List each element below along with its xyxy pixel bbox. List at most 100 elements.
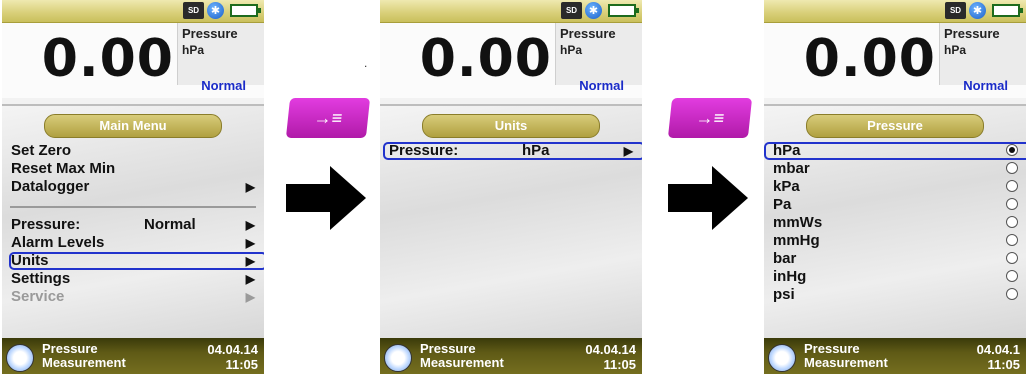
radio-icon[interactable] xyxy=(1006,234,1018,246)
menu-item-label: Datalogger xyxy=(11,178,90,195)
menu-panel: Pressure hPa mbar kPa Pa mmWs mmHg bar i… xyxy=(764,104,1026,340)
bluetooth-icon: ✱ xyxy=(585,2,602,19)
gauge-icon xyxy=(768,344,796,372)
radio-icon[interactable] xyxy=(1006,216,1018,228)
menu-item-label: Settings xyxy=(11,270,71,287)
mode-label: Normal xyxy=(201,78,246,93)
unit-option-label: mmHg xyxy=(773,232,820,249)
enter-key-icon[interactable]: →≡ xyxy=(285,98,371,138)
radio-icon[interactable] xyxy=(1006,270,1018,282)
reading-value: 0.00 xyxy=(419,29,552,89)
radio-selected-icon[interactable] xyxy=(1006,144,1018,156)
submenu-arrow-icon: ▶ xyxy=(245,254,255,268)
menu-item-label: Service xyxy=(11,288,65,305)
right-arrow-icon xyxy=(286,166,366,230)
unit-option-kpa[interactable]: kPa xyxy=(773,178,1018,196)
program-name: Pressure Measurement xyxy=(42,341,126,370)
unit-option-label: inHg xyxy=(773,268,807,285)
menu-title: Units xyxy=(422,114,600,138)
submenu-arrow-icon: ▶ xyxy=(623,144,633,158)
bluetooth-icon: ✱ xyxy=(969,2,986,19)
status-bar: SD ✱ xyxy=(2,0,264,23)
battery-icon xyxy=(992,4,1023,17)
menu-title: Pressure xyxy=(806,114,984,138)
bottom-bar: Pressure Measurement 04.04.14 11:05 xyxy=(2,338,264,374)
menu-item-label: Units xyxy=(11,252,49,269)
reading-unit: hPa xyxy=(560,43,583,57)
menu-item-settings[interactable]: Settings ▶ xyxy=(11,270,255,288)
unit-option-mbar[interactable]: mbar xyxy=(773,160,1018,178)
unit-option-mmws[interactable]: mmWs xyxy=(773,214,1018,232)
menu-item-label: Pressure: xyxy=(389,142,459,159)
submenu-arrow-icon: ▶ xyxy=(245,218,255,232)
submenu-arrow-icon: ▶ xyxy=(245,180,255,194)
reading-label: Pressure xyxy=(944,26,1000,41)
unit-option-label: mbar xyxy=(773,160,810,177)
radio-icon[interactable] xyxy=(1006,162,1018,174)
unit-option-mmhg[interactable]: mmHg xyxy=(773,232,1018,250)
menu-item-pressure-mode[interactable]: Pressure: Normal ▶ xyxy=(11,216,255,234)
enter-key-icon[interactable]: →≡ xyxy=(667,98,753,138)
reading-unit: hPa xyxy=(182,43,205,57)
menu-item-alarm-levels[interactable]: Alarm Levels ▶ xyxy=(11,234,255,252)
unit-option-hpa[interactable]: hPa xyxy=(773,142,1018,160)
radio-icon[interactable] xyxy=(1006,288,1018,300)
menu-item-value: hPa xyxy=(522,142,550,159)
sd-card-icon: SD xyxy=(945,2,966,19)
right-arrow-icon xyxy=(668,166,748,230)
menu-panel: Units Pressure: hPa ▶ xyxy=(380,104,642,340)
unit-box: Pressure hPa xyxy=(939,23,1026,85)
gauge-icon xyxy=(6,344,34,372)
gauge-icon xyxy=(384,344,412,372)
sd-card-icon: SD xyxy=(183,2,204,19)
menu-item-service: Service ▶ xyxy=(11,288,255,306)
menu-item-datalogger[interactable]: Datalogger ▶ xyxy=(11,178,255,196)
menu-item-set-zero[interactable]: Set Zero xyxy=(11,142,255,160)
unit-option-inhg[interactable]: inHg xyxy=(773,268,1018,286)
unit-option-psi[interactable]: psi xyxy=(773,286,1018,304)
unit-option-label: psi xyxy=(773,286,795,303)
bluetooth-icon: ✱ xyxy=(207,2,224,19)
device-screen-pressure-units: SD ✱ 0.00 Pressure hPa Normal Pressure h… xyxy=(764,0,1026,374)
bottom-bar: Pressure Measurement 04.04.1 11:05 xyxy=(764,338,1026,374)
device-screen-main-menu: SD ✱ 0.00 Pressure hPa Normal Main Menu … xyxy=(2,0,264,374)
menu-item-reset-max-min[interactable]: Reset Max Min xyxy=(11,160,255,178)
unit-option-pa[interactable]: Pa xyxy=(773,196,1018,214)
status-bar: SD ✱ xyxy=(380,0,642,23)
menu-divider xyxy=(10,206,256,208)
menu-item-label: Pressure: xyxy=(11,216,81,233)
menu-item-value: Normal xyxy=(144,216,196,233)
menu-item-label: Alarm Levels xyxy=(11,234,105,251)
mode-label: Normal xyxy=(963,78,1008,93)
device-screen-units: SD ✱ 0.00 Pressure hPa Normal Units Pres… xyxy=(380,0,642,374)
menu-item-label: Set Zero xyxy=(11,142,72,159)
unit-box: Pressure hPa xyxy=(555,23,642,85)
date-time: 04.04.1 11:05 xyxy=(976,342,1020,372)
unit-option-label: bar xyxy=(773,250,797,267)
mode-label: Normal xyxy=(579,78,624,93)
reading-label: Pressure xyxy=(182,26,238,41)
radio-icon[interactable] xyxy=(1006,180,1018,192)
reading-unit: hPa xyxy=(944,43,967,57)
unit-option-label: Pa xyxy=(773,196,792,213)
submenu-arrow-icon: ▶ xyxy=(245,236,255,250)
menu-item-units[interactable]: Units ▶ xyxy=(11,252,255,270)
date-time: 04.04.14 11:05 xyxy=(585,342,636,372)
battery-icon xyxy=(608,4,639,17)
radio-icon[interactable] xyxy=(1006,252,1018,264)
date-time: 04.04.14 11:05 xyxy=(207,342,258,372)
unit-option-bar[interactable]: bar xyxy=(773,250,1018,268)
menu-item-pressure-unit[interactable]: Pressure: hPa ▶ xyxy=(389,142,633,160)
menu-title: Main Menu xyxy=(44,114,222,138)
radio-icon[interactable] xyxy=(1006,198,1018,210)
unit-option-label: mmWs xyxy=(773,214,823,231)
program-name: Pressure Measurement xyxy=(804,341,888,370)
battery-icon xyxy=(230,4,261,17)
menu-panel: Main Menu Set Zero Reset Max Min Datalog… xyxy=(2,104,264,340)
sd-card-icon: SD xyxy=(561,2,582,19)
unit-option-label: kPa xyxy=(773,178,800,195)
bottom-bar: Pressure Measurement 04.04.14 11:05 xyxy=(380,338,642,374)
submenu-arrow-icon: ▶ xyxy=(245,272,255,286)
reading-label: Pressure xyxy=(560,26,616,41)
reading-value: 0.00 xyxy=(803,29,936,89)
